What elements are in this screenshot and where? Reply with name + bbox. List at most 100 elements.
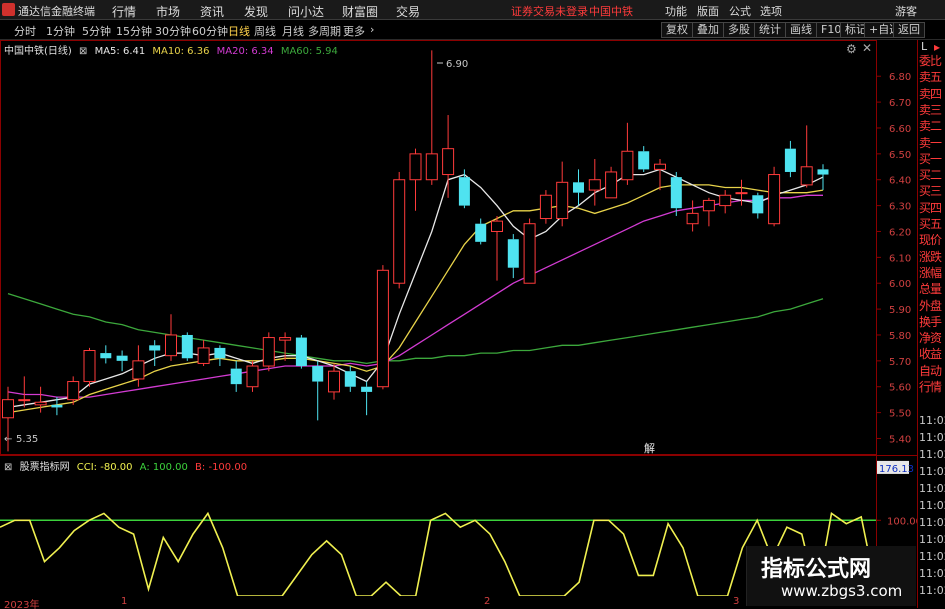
ma60-label: MA60: 5.94 bbox=[280, 46, 338, 57]
main-panel-frame bbox=[0, 40, 877, 455]
quote-field-label: 买四 bbox=[919, 200, 942, 215]
tick-time-label: 11:02 bbox=[919, 550, 945, 563]
guest-login[interactable]: 游客 bbox=[895, 3, 917, 19]
candle bbox=[752, 192, 764, 219]
candle-body-up bbox=[425, 153, 438, 181]
menu-trade[interactable]: 交易 bbox=[396, 3, 420, 20]
candle-body-up bbox=[262, 337, 275, 367]
period-1min[interactable]: 1分钟 bbox=[46, 23, 75, 39]
indicator-toggle-icon[interactable]: ⊠ bbox=[4, 462, 12, 473]
candle-body-up bbox=[702, 199, 715, 212]
candle-body-up bbox=[376, 269, 389, 388]
watermark-box: 指标公式网 www.zbgs3.com bbox=[746, 546, 916, 606]
price-tick-label: 6.30 bbox=[889, 202, 911, 213]
legend-toggle-icon[interactable]: ⊠ bbox=[79, 46, 87, 57]
menu-options[interactable]: 选项 bbox=[760, 3, 782, 19]
candle bbox=[686, 200, 699, 232]
more-chevron-icon[interactable]: › bbox=[370, 23, 374, 36]
menu-layout[interactable]: 版面 bbox=[697, 3, 719, 19]
candle-body-up bbox=[409, 153, 422, 181]
candle bbox=[344, 366, 356, 392]
indicator-lines bbox=[0, 511, 877, 596]
price-tick-label: 5.50 bbox=[889, 409, 911, 420]
price-tick-label: 5.90 bbox=[889, 305, 911, 316]
quote-field-label: 外盘 bbox=[919, 298, 942, 313]
candle-body-up bbox=[556, 181, 569, 220]
date-label-jan: 1 bbox=[121, 596, 128, 607]
candle-body-down bbox=[670, 177, 682, 209]
period-30min[interactable]: 30分钟 bbox=[155, 23, 191, 39]
candle bbox=[34, 386, 47, 413]
candle bbox=[361, 381, 373, 416]
candle-body-up bbox=[393, 179, 406, 284]
menu-quotes[interactable]: 行情 bbox=[112, 3, 136, 20]
candle bbox=[588, 159, 601, 206]
menu-function[interactable]: 功能 bbox=[665, 3, 687, 19]
candle bbox=[784, 140, 796, 178]
period-weekly[interactable]: 周线 bbox=[254, 23, 276, 39]
overlay-button[interactable]: 叠加 bbox=[692, 22, 724, 38]
candle bbox=[605, 166, 618, 199]
low-price-label: 5.35 bbox=[16, 434, 38, 445]
candle-body-down bbox=[752, 195, 764, 214]
candle-body-down bbox=[51, 404, 63, 408]
candle bbox=[507, 234, 519, 279]
app-title: 通达信金融终端 bbox=[18, 5, 95, 18]
quote-field-label[interactable]: 自动 bbox=[919, 362, 945, 379]
draw-line-button[interactable]: 画线 bbox=[785, 22, 817, 38]
indicator-name[interactable]: 股票指标网 bbox=[20, 462, 70, 473]
price-tick-label: 6.50 bbox=[889, 150, 911, 161]
candle-body-up bbox=[197, 347, 210, 364]
ma20-label: MA20: 6.34 bbox=[216, 46, 274, 57]
candle bbox=[800, 125, 813, 188]
period-15min[interactable]: 15分钟 bbox=[116, 23, 152, 39]
unlock-annotation[interactable]: 解 bbox=[644, 441, 655, 455]
ma10-line bbox=[7, 184, 824, 414]
candle-body-up bbox=[768, 174, 781, 225]
period-multi[interactable]: 多周期 bbox=[308, 23, 341, 39]
candle-body-up bbox=[686, 212, 699, 225]
close-icon[interactable]: ✕ bbox=[862, 41, 872, 55]
candle bbox=[312, 360, 324, 421]
indicator-tick-label: 100.00 bbox=[887, 516, 917, 527]
candle bbox=[295, 334, 307, 369]
adjust-button[interactable]: 复权 bbox=[661, 22, 693, 38]
back-button[interactable]: 返回 bbox=[893, 22, 925, 38]
menu-news[interactable]: 资讯 bbox=[200, 3, 224, 20]
statistics-button[interactable]: 统计 bbox=[754, 22, 786, 38]
b-value-label: B: -100.00 bbox=[195, 462, 248, 473]
menu-discover[interactable]: 发现 bbox=[244, 3, 268, 20]
candle bbox=[556, 161, 569, 227]
period-5min[interactable]: 5分钟 bbox=[82, 23, 111, 39]
menu-wealth[interactable]: 财富圈 bbox=[342, 3, 378, 20]
candle-body-down bbox=[817, 169, 829, 175]
period-more[interactable]: 更多 bbox=[343, 23, 365, 39]
period-monthly[interactable]: 月线 bbox=[282, 23, 304, 39]
candle-body-up bbox=[800, 166, 813, 186]
candle-body-up bbox=[719, 194, 732, 207]
price-tick-label: 6.80 bbox=[889, 72, 911, 83]
quote-field-label: 卖五 bbox=[919, 70, 942, 85]
cci-line bbox=[0, 511, 877, 596]
tick-time-label: 11:02 bbox=[919, 584, 945, 597]
tick-time-label: 11:02 bbox=[919, 465, 945, 478]
candle-body-up bbox=[621, 150, 634, 181]
tick-time-label: 11:02 bbox=[919, 482, 945, 495]
period-tick[interactable]: 分时 bbox=[14, 23, 36, 39]
price-axis: 6.80 6.70 6.60 6.50 6.40 6.30 6.20 6.10 6.00 5.90… bbox=[876, 72, 911, 445]
candle-body-down bbox=[214, 347, 226, 359]
period-daily[interactable]: 日线 bbox=[228, 23, 250, 39]
multi-stock-button[interactable]: 多股 bbox=[723, 22, 755, 38]
candle-body-down bbox=[312, 366, 324, 382]
menu-formula[interactable]: 公式 bbox=[729, 3, 751, 19]
period-60min[interactable]: 60分钟 bbox=[192, 23, 228, 39]
chart-area[interactable]: 6.80 6.70 6.60 6.50 6.40 6.30 6.20 6.10 6.00 5.90… bbox=[0, 40, 917, 596]
menu-ask[interactable]: 问小达 bbox=[288, 3, 324, 20]
quote-field-label: 总量 bbox=[919, 282, 942, 297]
menu-market[interactable]: 市场 bbox=[156, 3, 180, 20]
quote-field-label[interactable]: 行情 bbox=[919, 378, 945, 395]
login-alert[interactable]: 证券交易未登录 bbox=[511, 3, 588, 19]
settings-gear-icon[interactable]: ⚙ bbox=[846, 42, 857, 56]
tick-time-label: 11:02 bbox=[919, 448, 945, 461]
candle-body-up bbox=[328, 370, 340, 393]
